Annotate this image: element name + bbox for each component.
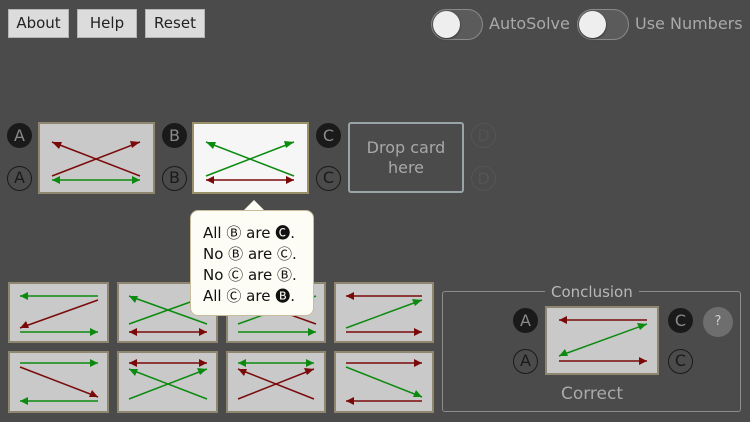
- slot-label-a-outline: A: [7, 166, 32, 191]
- conclusion-help-button[interactable]: ?: [703, 307, 733, 337]
- card-arrows: [345, 359, 423, 405]
- popup-line: No Ⓒ are Ⓑ.: [203, 266, 297, 284]
- palette-card[interactable]: [334, 282, 434, 343]
- popup-line: All Ⓑ are 🅒.: [203, 224, 295, 242]
- circled-letter: Ⓒ: [226, 287, 242, 305]
- conclusion-label-c-filled: C: [668, 308, 693, 333]
- circled-letter: Ⓒ: [228, 266, 244, 284]
- slot-label-d-outline: D: [471, 166, 496, 191]
- drop-zone-line2: here: [387, 158, 425, 177]
- slot-label-d-filled: D: [471, 123, 496, 148]
- conclusion-label-a-outline: A: [513, 349, 538, 374]
- card-arrows: [19, 292, 99, 336]
- conclusion-label-c-outline: C: [668, 349, 693, 374]
- use-numbers-toggle[interactable]: [577, 9, 629, 40]
- autosolve-toggle[interactable]: [431, 9, 483, 40]
- conclusion-status: Correct: [560, 384, 624, 404]
- slot-label-c-filled: C: [316, 123, 341, 148]
- circled-letter: Ⓑ: [226, 224, 242, 242]
- toggle-knob: [433, 11, 460, 38]
- popup-line: All Ⓒ are 🅑.: [203, 287, 295, 305]
- help-button[interactable]: Help: [77, 9, 137, 38]
- card-arrows: [19, 359, 99, 405]
- slot-label-a-filled: A: [7, 123, 32, 148]
- autosolve-label: AutoSolve: [489, 14, 570, 33]
- circled-letter-filled: 🅒: [275, 224, 291, 242]
- card-meaning-popup: All Ⓑ are 🅒. No Ⓑ are Ⓒ. No Ⓒ are Ⓑ. All…: [190, 210, 314, 316]
- circled-letter: Ⓑ: [228, 245, 244, 263]
- palette-card[interactable]: [8, 282, 109, 343]
- drop-zone[interactable]: Drop card here: [348, 122, 464, 193]
- conclusion-card: [545, 306, 659, 375]
- popup-line: No Ⓑ are Ⓒ.: [203, 245, 297, 263]
- card-arrows: [128, 359, 208, 400]
- slot-card-bc[interactable]: [192, 122, 309, 194]
- slot-label-c-outline: C: [316, 166, 341, 191]
- use-numbers-label: Use Numbers: [635, 14, 743, 33]
- card-arrows: [558, 316, 648, 365]
- circled-letter: Ⓒ: [276, 245, 292, 263]
- circled-letter-filled: 🅑: [275, 287, 291, 305]
- palette-card[interactable]: [8, 351, 109, 413]
- card-arrows: [205, 141, 295, 184]
- card-arrows: [51, 141, 141, 184]
- slot-card-ab[interactable]: [38, 122, 155, 194]
- palette-card[interactable]: [226, 351, 326, 413]
- circled-letter: Ⓑ: [276, 266, 292, 284]
- reset-button[interactable]: Reset: [145, 9, 205, 38]
- slot-label-b-filled: B: [162, 123, 187, 148]
- palette-card[interactable]: [117, 351, 218, 413]
- card-arrows: [237, 359, 315, 400]
- card-arrows: [345, 292, 423, 336]
- conclusion-label-a-filled: A: [513, 308, 538, 333]
- slot-label-b-outline: B: [162, 166, 187, 191]
- palette-card[interactable]: [334, 351, 434, 413]
- conclusion-title: Conclusion: [545, 283, 639, 301]
- about-button[interactable]: About: [8, 9, 69, 38]
- drop-zone-line1: Drop card: [366, 138, 446, 157]
- toggle-knob: [579, 11, 606, 38]
